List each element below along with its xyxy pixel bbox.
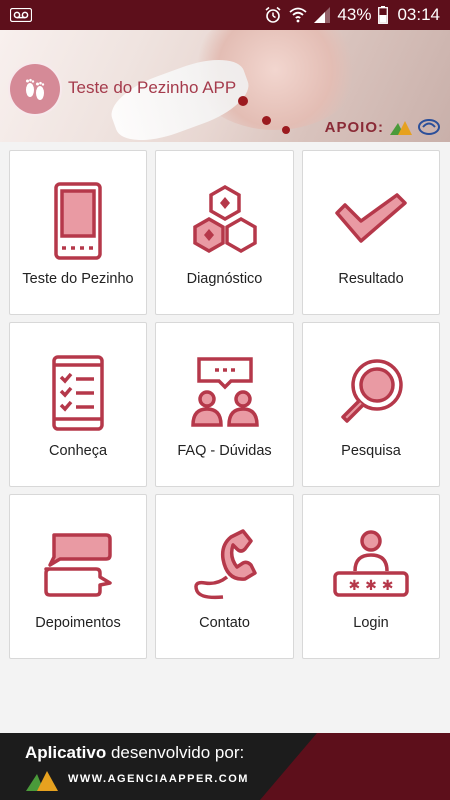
magnifier-icon [341,359,403,423]
footer-caption-rest: desenvolvido por: [106,743,245,762]
menu-tile-contato[interactable]: Contato [155,494,294,659]
menu-tile-label: Diagnóstico [186,271,263,287]
blood-drop [262,116,271,125]
app-title: Teste do Pezinho APP [68,78,237,97]
menu-tile-teste-do-pezinho[interactable]: Teste do Pezinho [9,150,147,315]
voicemail-icon [10,8,32,22]
tablet-icon [54,182,102,260]
menu-tile-label: Pesquisa [341,443,401,459]
apper-logo-icon [26,771,58,791]
footer-caption: Aplicativo desenvolvido por: [25,743,244,763]
blood-drop [238,96,248,106]
apoio-section: APOIO: [325,118,440,136]
wifi-icon [289,7,308,23]
user-password-icon: ✱ ✱ ✱ [333,530,409,597]
menu-tile-label: FAQ - Dúvidas [177,443,272,459]
menu-grid: Teste do Pezinho Diagnóstico Resultado C… [9,150,441,659]
checklist-icon [52,355,104,431]
menu-tile-faq[interactable]: FAQ - Dúvidas [155,322,294,487]
status-bar: 43% 03:14 [0,0,450,30]
feet-icon [26,78,45,100]
footer-accent [260,733,450,800]
menu-tile-login[interactable]: ✱ ✱ ✱ Login [302,494,440,659]
sponsor-logo-blue [418,119,440,135]
discussion-icon [190,357,259,427]
molecule-icon [192,184,257,254]
footer-caption-bold: Aplicativo [25,743,107,762]
checkmark-icon [335,193,407,243]
signal-icon [314,7,331,23]
feet-logo [10,64,60,114]
menu-tile-pesquisa[interactable]: Pesquisa [302,322,440,487]
menu-tile-resultado[interactable]: Resultado [302,150,440,315]
menu-tile-label: Contato [199,615,250,631]
footer-url-link[interactable]: WWW.AGENCIAAPPER.COM [68,773,249,785]
menu-tile-diagnostico[interactable]: Diagnóstico [155,150,294,315]
battery-percentage: 43% [337,5,372,24]
menu-tile-label: Conheça [48,443,108,459]
menu-tile-label: Resultado [338,271,404,287]
menu-tile-conheca[interactable]: Conheça [9,322,147,487]
header-banner: Teste do Pezinho APP APOIO: [0,30,450,142]
sponsor-logo-green [390,121,412,135]
svg-text:✱ ✱ ✱: ✱ ✱ ✱ [349,578,394,594]
alarm-icon [265,6,281,23]
menu-tile-label: Teste do Pezinho [22,271,134,287]
footer-banner[interactable]: Aplicativo desenvolvido por: WWW.AGENCIA… [0,733,450,800]
battery-icon [378,6,389,24]
menu-tile-depoimentos[interactable]: Depoimentos [9,494,147,659]
phone-icon [193,529,257,600]
menu-tile-label: Login [353,615,389,631]
chat-bubbles-icon [44,533,112,597]
clock: 03:14 [397,5,440,24]
menu-tile-label: Depoimentos [35,615,121,631]
apoio-label: APOIO: [324,118,384,136]
blood-drop [282,126,290,134]
